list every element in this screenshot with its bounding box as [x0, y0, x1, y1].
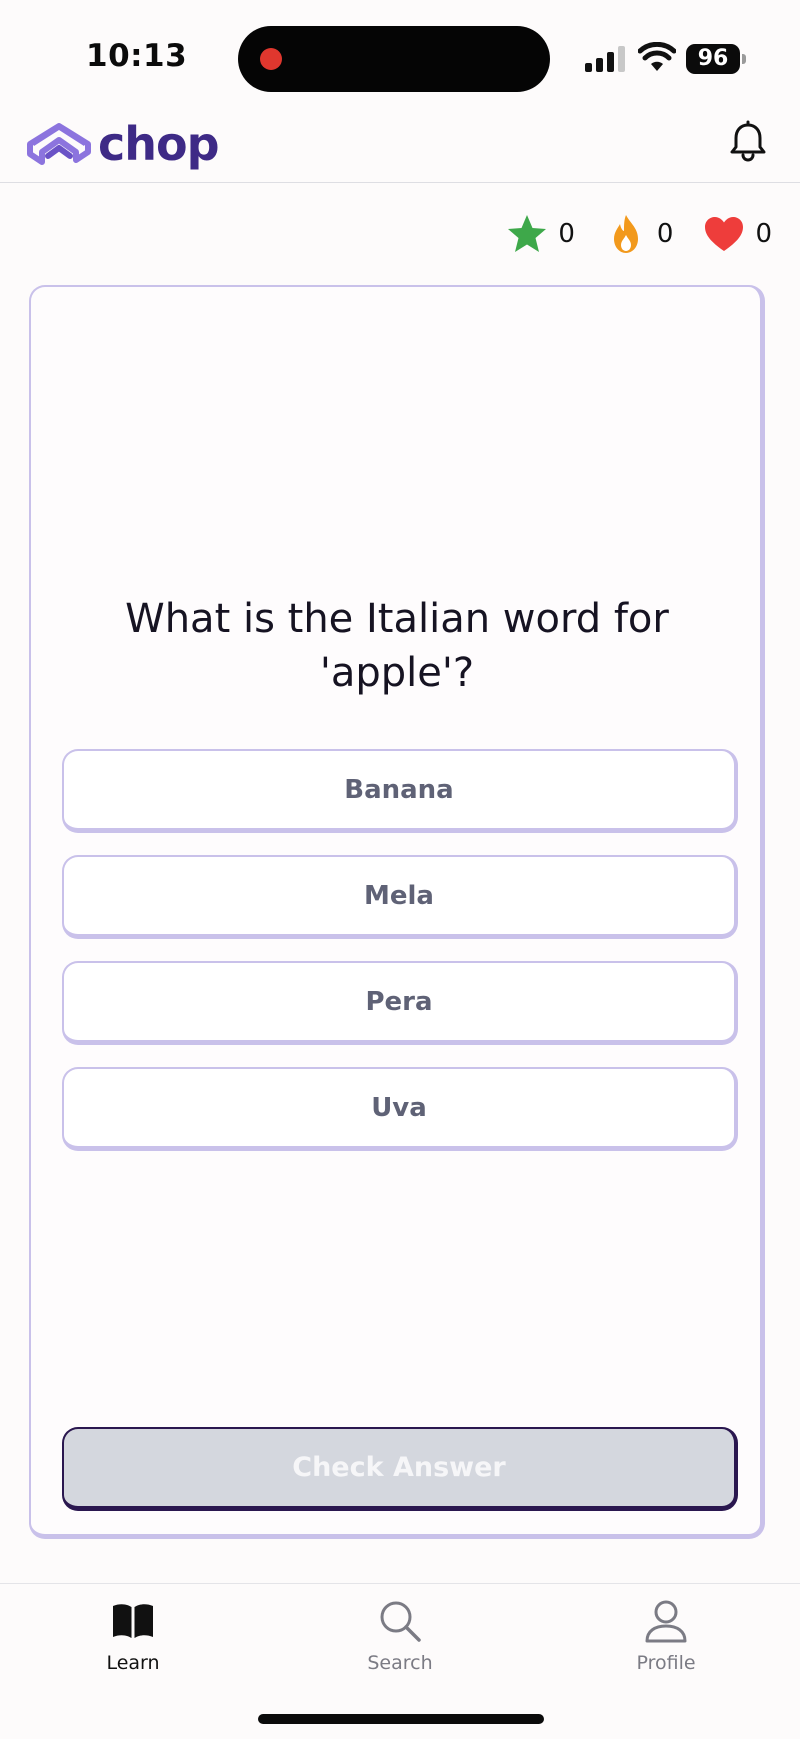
status-time: 10:13 — [86, 38, 188, 74]
recording-dot-icon — [260, 48, 282, 70]
stats-bar: 0 0 0 — [476, 212, 772, 256]
xp-value: 0 — [558, 219, 575, 249]
quiz-card: What is the Italian word for 'apple'? Ba… — [29, 285, 765, 1539]
streak-stat: 0 — [605, 213, 674, 255]
check-answer-button[interactable]: Check Answer — [62, 1427, 738, 1511]
nav-label-profile: Profile — [636, 1652, 696, 1674]
bell-icon[interactable] — [726, 120, 770, 164]
answer-options: Banana Mela Pera Uva — [62, 749, 738, 1173]
app-header: chop — [0, 100, 800, 183]
lives-stat: 0 — [703, 213, 772, 255]
flame-icon — [613, 215, 638, 253]
answer-option-mela[interactable]: Mela — [62, 855, 738, 939]
streak-value: 0 — [656, 219, 674, 249]
person-icon — [645, 1600, 687, 1643]
book-icon — [113, 1604, 153, 1638]
nav-label-learn: Learn — [106, 1652, 160, 1674]
wifi-icon — [638, 42, 676, 71]
battery-level: 96 — [686, 44, 740, 74]
home-indicator — [258, 1714, 544, 1724]
nav-label-search: Search — [367, 1652, 433, 1674]
bottom-nav: Learn Search Profile — [0, 1583, 800, 1739]
lives-value: 0 — [755, 219, 772, 249]
battery-icon: 96 — [686, 44, 746, 74]
chop-logo-icon — [27, 123, 91, 165]
cellular-signal-icon — [585, 46, 625, 72]
nav-item-learn[interactable]: Learn — [63, 1598, 203, 1674]
star-icon — [508, 215, 547, 252]
answer-option-banana[interactable]: Banana — [62, 749, 738, 833]
status-bar: 10:13 96 — [0, 0, 800, 100]
xp-stat: 0 — [506, 213, 575, 255]
search-icon — [380, 1601, 421, 1642]
question-text: What is the Italian word for 'apple'? — [125, 596, 669, 696]
answer-option-uva[interactable]: Uva — [62, 1067, 738, 1151]
brand-name: chop — [98, 117, 220, 171]
dynamic-island — [238, 26, 550, 92]
heart-icon — [705, 217, 744, 251]
nav-item-search[interactable]: Search — [330, 1598, 470, 1674]
brand-logo[interactable]: chop — [26, 114, 220, 174]
answer-option-pera[interactable]: Pera — [62, 961, 738, 1045]
nav-item-profile[interactable]: Profile — [596, 1598, 736, 1674]
